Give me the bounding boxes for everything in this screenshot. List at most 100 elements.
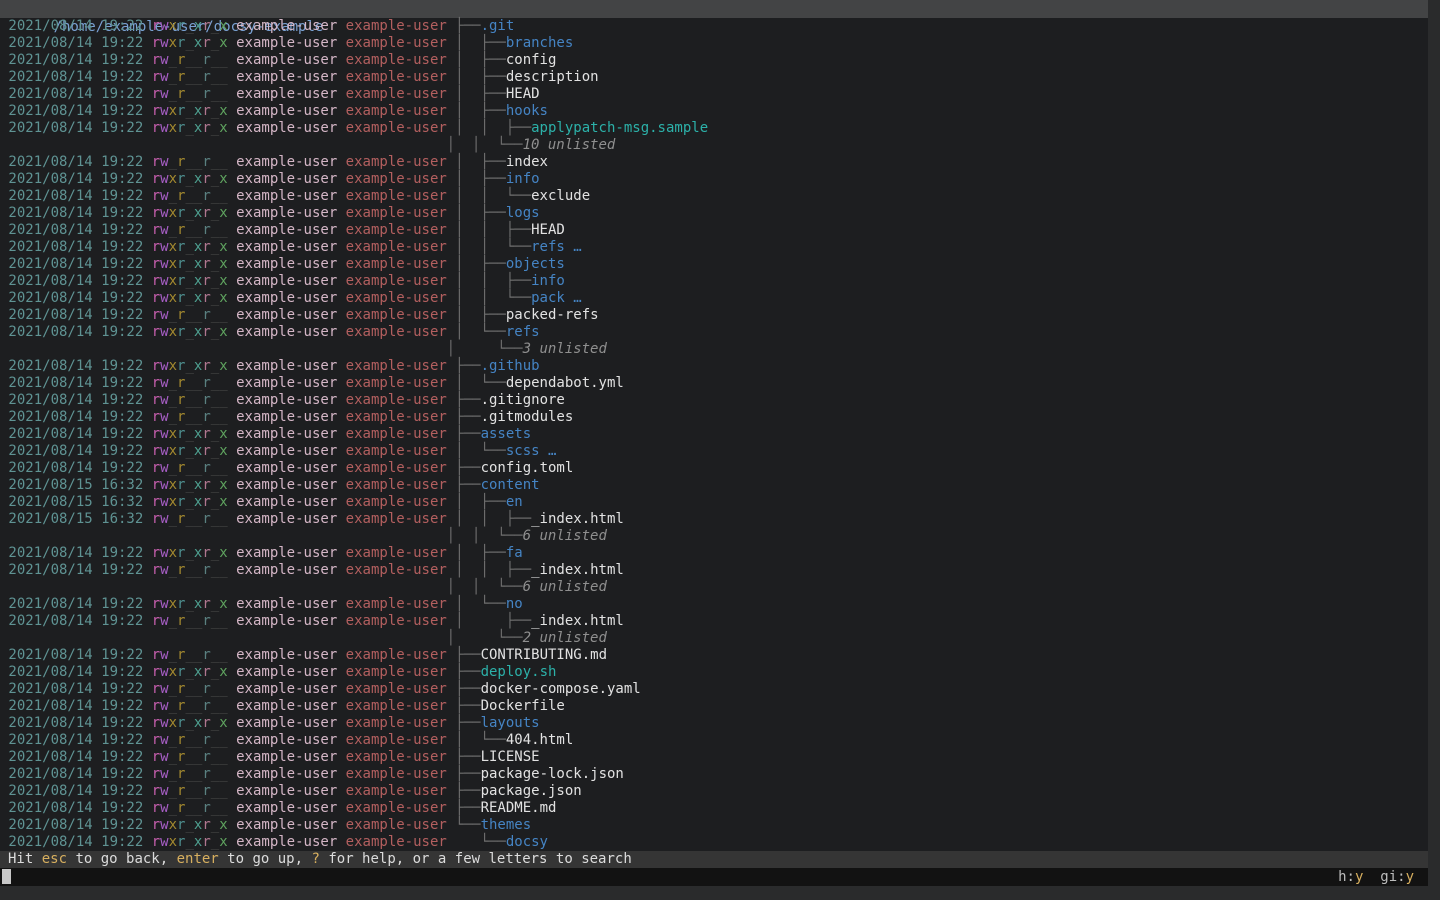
entry-name[interactable]: README.md (481, 800, 557, 816)
entry-name[interactable]: .github (481, 358, 540, 374)
tree-row[interactable]: 2021/08/14 19:22 rw_r__r__ example-user … (0, 562, 1428, 579)
tree-row[interactable]: 2021/08/14 19:22 rwxr_xr_x example-user … (0, 443, 1428, 460)
entry-name[interactable]: package.json (481, 783, 582, 799)
tree-row[interactable]: 2021/08/14 19:22 rw_r__r__ example-user … (0, 69, 1428, 86)
entry-name[interactable]: 3 unlisted (523, 341, 607, 357)
tree-row[interactable]: 2021/08/14 19:22 rw_r__r__ example-user … (0, 409, 1428, 426)
tree-row[interactable]: 2021/08/15 16:32 rwxr_xr_x example-user … (0, 477, 1428, 494)
entry-name[interactable]: _index.html (531, 562, 624, 578)
tree-row[interactable]: 2021/08/14 19:22 rw_r__r__ example-user … (0, 307, 1428, 324)
entry-name[interactable]: en (506, 494, 523, 510)
tree-row[interactable]: 2021/08/14 19:22 rwxr_xr_x example-user … (0, 290, 1428, 307)
entry-name[interactable]: info (506, 171, 540, 187)
tree-row[interactable]: │ │ └──6 unlisted (0, 579, 1428, 596)
entry-name[interactable]: fa (506, 545, 523, 561)
entry-name[interactable]: scss … (506, 443, 557, 459)
entry-name[interactable]: LICENSE (481, 749, 540, 765)
entry-name[interactable]: info (531, 273, 565, 289)
entry-name[interactable]: CONTRIBUTING.md (481, 647, 607, 663)
tree-row[interactable]: 2021/08/14 19:22 rw_r__r__ example-user … (0, 188, 1428, 205)
entry-name[interactable]: 404.html (506, 732, 573, 748)
entry-name[interactable]: .git (481, 18, 515, 34)
tree-row[interactable]: 2021/08/15 16:32 rw_r__r__ example-user … (0, 511, 1428, 528)
tree-row[interactable]: 2021/08/15 16:32 rwxr_xr_x example-user … (0, 494, 1428, 511)
tree-row[interactable]: 2021/08/14 19:22 rwxr_xr_x example-user … (0, 426, 1428, 443)
entry-name[interactable]: dependabot.yml (506, 375, 624, 391)
tree-row[interactable]: 2021/08/14 19:22 rw_r__r__ example-user … (0, 375, 1428, 392)
entry-name[interactable]: index (506, 154, 548, 170)
entry-name[interactable]: docker-compose.yaml (481, 681, 641, 697)
entry-name[interactable]: docsy (506, 834, 548, 850)
group: example-user (337, 86, 447, 102)
tree-row[interactable]: 2021/08/14 19:22 rw_r__r__ example-user … (0, 52, 1428, 69)
tree-row[interactable]: 2021/08/14 19:22 rwxr_xr_x example-user … (0, 205, 1428, 222)
tree-row[interactable]: 2021/08/14 19:22 rwxr_xr_x example-user … (0, 239, 1428, 256)
entry-name[interactable]: .gitmodules (481, 409, 574, 425)
tree-row[interactable]: 2021/08/14 19:22 rw_r__r__ example-user … (0, 783, 1428, 800)
entry-name[interactable]: 6 unlisted (523, 579, 607, 595)
tree-row[interactable]: 2021/08/14 19:22 rw_r__r__ example-user … (0, 392, 1428, 409)
tree-row[interactable]: 2021/08/14 19:22 rw_r__r__ example-user … (0, 749, 1428, 766)
entry-name[interactable]: _index.html (531, 613, 624, 629)
tree-row[interactable]: 2021/08/14 19:22 rwxr_xr_x example-user … (0, 817, 1428, 834)
entry-name[interactable]: description (506, 69, 599, 85)
tree-row[interactable]: 2021/08/14 19:22 rw_r__r__ example-user … (0, 86, 1428, 103)
entry-name[interactable]: applypatch-msg.sample (531, 120, 708, 136)
entry-name[interactable]: no (506, 596, 523, 612)
tree-row[interactable]: 2021/08/14 19:22 rwxr_xr_x example-user … (0, 171, 1428, 188)
tree-row[interactable]: 2021/08/14 19:22 rw_r__r__ example-user … (0, 154, 1428, 171)
entry-name[interactable]: packed-refs (506, 307, 599, 323)
tree-row[interactable]: 2021/08/14 19:22 rwxr_xr_x example-user … (0, 103, 1428, 120)
tree-row[interactable]: 2021/08/14 19:22 rw_r__r__ example-user … (0, 647, 1428, 664)
search-input-line[interactable]: h:y gi:y (0, 868, 1428, 886)
tree-row[interactable]: 2021/08/14 19:22 rwxr_xr_x example-user … (0, 324, 1428, 341)
tree-row[interactable]: 2021/08/14 19:22 rwxr_xr_x example-user … (0, 664, 1428, 681)
entry-name[interactable]: HEAD (506, 86, 540, 102)
entry-name[interactable]: assets (481, 426, 532, 442)
entry-name[interactable]: package-lock.json (481, 766, 624, 782)
tree-row[interactable]: 2021/08/14 19:22 rw_r__r__ example-user … (0, 800, 1428, 817)
tree-row[interactable]: 2021/08/14 19:22 rwxr_xr_x example-user … (0, 35, 1428, 52)
tree-row[interactable]: 2021/08/14 19:22 rw_r__r__ example-user … (0, 681, 1428, 698)
tree-row[interactable]: 2021/08/14 19:22 rwxr_xr_x example-user … (0, 715, 1428, 732)
tree-row[interactable]: │ └──2 unlisted (0, 630, 1428, 647)
tree-row[interactable]: 2021/08/14 19:22 rw_r__r__ example-user … (0, 732, 1428, 749)
entry-name[interactable]: 2 unlisted (523, 630, 607, 646)
tree-row[interactable]: 2021/08/14 19:22 rwxr_xr_x example-user … (0, 358, 1428, 375)
entry-name[interactable]: objects (506, 256, 565, 272)
tree-row[interactable]: 2021/08/14 19:22 rwxr_xr_x example-user … (0, 273, 1428, 290)
entry-name[interactable]: exclude (531, 188, 590, 204)
tree-row[interactable]: 2021/08/14 19:22 rw_r__r__ example-user … (0, 222, 1428, 239)
entry-name[interactable]: 6 unlisted (523, 528, 607, 544)
entry-name[interactable]: hooks (506, 103, 548, 119)
tree-row[interactable]: 2021/08/14 19:22 rwxr_xr_x example-user … (0, 18, 1428, 35)
entry-name[interactable]: themes (481, 817, 532, 833)
entry-name[interactable]: pack … (531, 290, 582, 306)
tree-row[interactable]: 2021/08/14 19:22 rwxr_xr_x example-user … (0, 256, 1428, 273)
entry-name[interactable]: refs (506, 324, 540, 340)
entry-name[interactable]: logs (506, 205, 540, 221)
entry-name[interactable]: branches (506, 35, 573, 51)
tree-row[interactable]: 2021/08/14 19:22 rwxr_xr_x example-user … (0, 596, 1428, 613)
tree-row[interactable]: │ └──3 unlisted (0, 341, 1428, 358)
entry-name[interactable]: 10 unlisted (523, 137, 616, 153)
tree-row[interactable]: 2021/08/14 19:22 rwxr_xr_x example-user … (0, 120, 1428, 137)
entry-name[interactable]: refs … (531, 239, 582, 255)
tree-row[interactable]: 2021/08/14 19:22 rw_r__r__ example-user … (0, 766, 1428, 783)
entry-name[interactable]: HEAD (531, 222, 565, 238)
tree-row[interactable]: 2021/08/14 19:22 rw_r__r__ example-user … (0, 460, 1428, 477)
entry-name[interactable]: content (481, 477, 540, 493)
tree-row[interactable]: │ │ └──10 unlisted (0, 137, 1428, 154)
tree-row[interactable]: 2021/08/14 19:22 rwxr_xr_x example-user … (0, 545, 1428, 562)
tree-row[interactable]: │ │ └──6 unlisted (0, 528, 1428, 545)
entry-name[interactable]: deploy.sh (481, 664, 557, 680)
entry-name[interactable]: config (506, 52, 557, 68)
tree-row[interactable]: 2021/08/14 19:22 rw_r__r__ example-user … (0, 698, 1428, 715)
entry-name[interactable]: Dockerfile (481, 698, 565, 714)
entry-name[interactable]: .gitignore (481, 392, 565, 408)
entry-name[interactable]: _index.html (531, 511, 624, 527)
entry-name[interactable]: layouts (481, 715, 540, 731)
entry-name[interactable]: config.toml (481, 460, 574, 476)
tree-row[interactable]: 2021/08/14 19:22 rw_r__r__ example-user … (0, 613, 1428, 630)
tree-row[interactable]: 2021/08/14 19:22 rwxr_xr_x example-user … (0, 834, 1428, 851)
